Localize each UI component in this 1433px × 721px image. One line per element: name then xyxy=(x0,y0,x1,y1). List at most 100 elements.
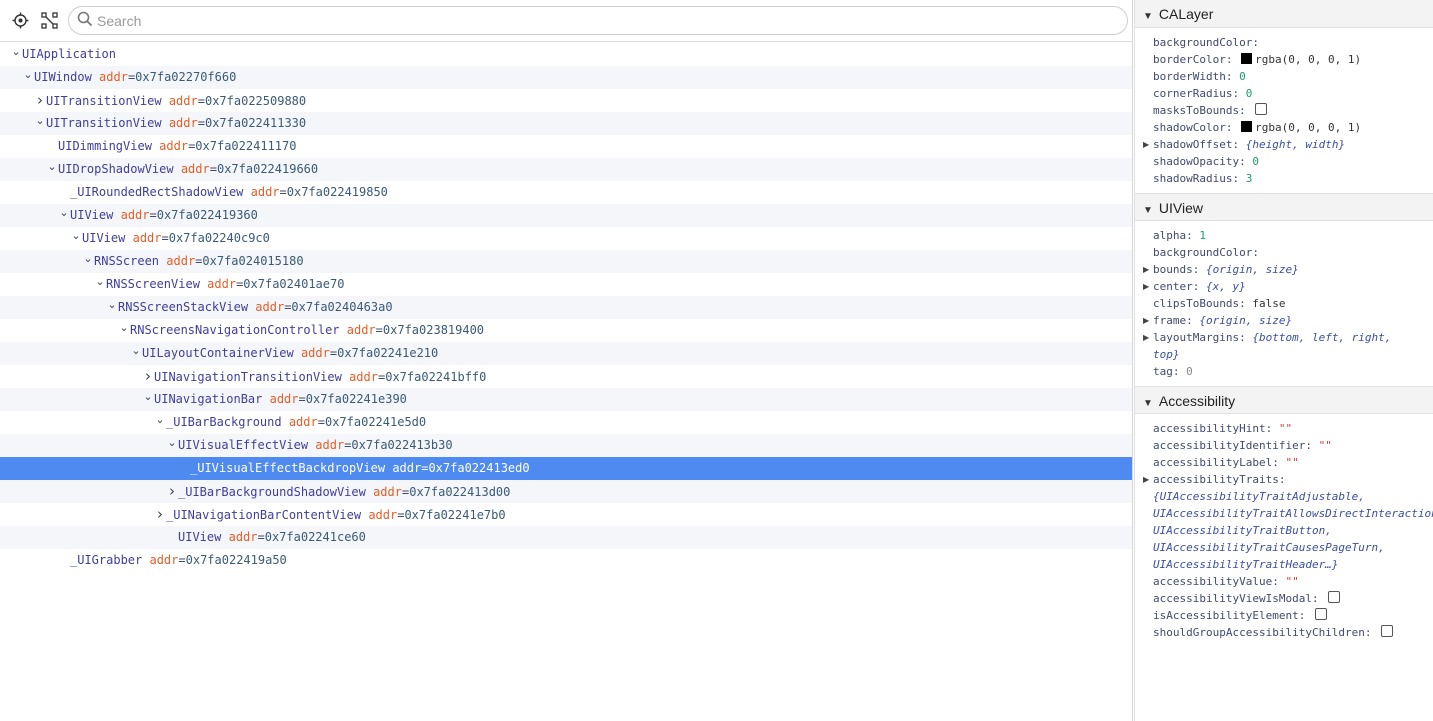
chevron-right-icon[interactable]: › xyxy=(166,480,178,503)
addr-value: 0x7fa023819400 xyxy=(382,323,485,337)
disclosure-triangle-icon[interactable]: ▼ xyxy=(1143,205,1153,216)
search-input[interactable] xyxy=(97,12,1077,29)
tree-row[interactable]: › UINavigationTransitionView addr=0x7fa02… xyxy=(0,365,1132,388)
chevron-down-icon[interactable]: ⌄ xyxy=(22,63,34,86)
tree-row[interactable]: ⌄RNSScreen addr=0x7fa024015180 xyxy=(0,250,1132,273)
addr-value: 0x7fa022419660 xyxy=(216,162,319,176)
property-row: cornerRadius: 0 xyxy=(1153,87,1253,100)
tree-row[interactable]: ⌄RNSScreenView addr=0x7fa02401ae70 xyxy=(0,273,1132,296)
view-tree: ⌄UIApplication ⌄UIWindow addr=0x7fa02270f… xyxy=(0,43,1132,572)
property-row: backgroundColor: xyxy=(1153,246,1259,259)
tree-row[interactable]: ⌄UILayoutContainerView addr=0x7fa02241e2… xyxy=(0,342,1132,365)
chevron-down-icon[interactable]: ⌄ xyxy=(46,155,58,178)
checkbox[interactable] xyxy=(1381,625,1394,637)
addr-value: 0x7fa0240463a0 xyxy=(291,300,393,314)
tree-row[interactable]: ⌄UIApplication xyxy=(0,43,1132,66)
chevron-down-icon[interactable]: ⌄ xyxy=(118,316,130,339)
addr-equals: = xyxy=(317,415,325,429)
addr-value: 0x7fa02241ce60 xyxy=(264,530,366,544)
search-box[interactable] xyxy=(68,6,1128,35)
property-value-continuation: top} xyxy=(1153,348,1180,361)
tree-row[interactable]: UIView addr=0x7fa02241ce60 xyxy=(0,526,1132,549)
expand-triangle-icon[interactable]: ▶ xyxy=(1143,312,1149,329)
chevron-down-icon[interactable]: ⌄ xyxy=(166,431,178,454)
target-icon[interactable] xyxy=(10,11,30,31)
tree-row[interactable]: ⌄UIView addr=0x7fa022419360 xyxy=(0,204,1132,227)
tree-node-name: UITransitionView xyxy=(46,116,162,130)
property-value-continuation: {UIAccessibilityTraitAdjustable, xyxy=(1153,490,1365,503)
tree-node-name: _UIBarBackgroundShadowView xyxy=(178,485,366,499)
addr-value: 0x7fa022419360 xyxy=(156,208,258,222)
color-swatch[interactable] xyxy=(1241,121,1253,132)
tree-row[interactable]: ⌄UINavigationBar addr=0x7fa02241e390 xyxy=(0,388,1132,411)
chevron-down-icon[interactable]: ⌄ xyxy=(106,293,118,316)
addr-key: addr xyxy=(250,185,280,199)
tree-node-name: UINavigationBar xyxy=(154,392,263,406)
hierarchy-icon[interactable] xyxy=(39,11,59,31)
section-header-accessibility[interactable]: ▼ Accessibility xyxy=(1135,386,1433,414)
property-value: 0 xyxy=(1245,87,1253,100)
tree-row[interactable]: › _UINavigationBarContentView addr=0x7fa0… xyxy=(0,503,1132,526)
tree-node-name: UIView xyxy=(178,530,222,544)
color-swatch[interactable] xyxy=(1241,53,1253,64)
property-key: borderColor xyxy=(1153,53,1226,66)
checkbox[interactable] xyxy=(1328,591,1341,603)
tree-row[interactable]: › UITransitionView addr=0x7fa022509880 xyxy=(0,89,1132,112)
property-value: {bottom, left, right, xyxy=(1252,331,1392,344)
disclosure-triangle-icon[interactable]: ▼ xyxy=(1143,398,1153,409)
section-header-calayer[interactable]: ▼ CALayer xyxy=(1135,0,1433,28)
disclosure-triangle-icon[interactable]: ▼ xyxy=(1143,11,1153,22)
chevron-down-icon[interactable]: ⌄ xyxy=(70,224,82,247)
tree-row[interactable]: ⌄RNSScreenStackView addr=0x7fa0240463a0 xyxy=(0,296,1132,319)
tree-row[interactable]: ⌄UIView addr=0x7fa02240c9c0 xyxy=(0,227,1132,250)
chevron-down-icon[interactable]: ⌄ xyxy=(94,270,106,293)
chevron-down-icon[interactable]: ⌄ xyxy=(10,40,22,63)
tree-row[interactable]: UIDimmingView addr=0x7fa022411170 xyxy=(0,135,1132,158)
tree-row[interactable]: ⌄UIVisualEffectView addr=0x7fa022413b30 xyxy=(0,434,1132,457)
addr-key: addr xyxy=(132,231,162,245)
expand-triangle-icon[interactable]: ▶ xyxy=(1143,329,1149,346)
tree-row[interactable]: › _UIBarBackgroundShadowView addr=0x7fa02… xyxy=(0,480,1132,503)
property-value: {origin, size} xyxy=(1199,314,1293,327)
addr-equals: = xyxy=(197,116,205,130)
expand-triangle-icon[interactable]: ▶ xyxy=(1143,136,1149,153)
chevron-down-icon[interactable]: ⌄ xyxy=(154,408,166,431)
property-row: ▶ bounds: {origin, size} xyxy=(1143,261,1299,278)
tree-row[interactable]: ⌄UITransitionView addr=0x7fa022411330 xyxy=(0,112,1132,135)
chevron-down-icon[interactable]: ⌄ xyxy=(34,109,46,132)
section-header-uiview[interactable]: ▼ UIView xyxy=(1135,193,1433,221)
property-value: 0 xyxy=(1239,70,1246,83)
chevron-down-icon[interactable]: ⌄ xyxy=(82,247,94,270)
tree-row[interactable]: ⌄RNScreensNavigationController addr=0x7f… xyxy=(0,319,1132,342)
expand-triangle-icon[interactable]: ▶ xyxy=(1143,278,1149,295)
expand-triangle-icon[interactable]: ▶ xyxy=(1143,471,1149,488)
tree-row[interactable]: ⌄UIDropShadowView addr=0x7fa022419660 xyxy=(0,158,1132,181)
tree-row[interactable]: _UIRoundedRectShadowView addr=0x7fa02241… xyxy=(0,181,1132,204)
addr-key: addr xyxy=(120,208,150,222)
property-key: shouldGroupAccessibilityChildren xyxy=(1153,626,1365,639)
chevron-down-icon[interactable]: ⌄ xyxy=(58,201,70,224)
search-icon xyxy=(77,11,93,30)
addr-key: addr xyxy=(168,116,198,130)
tree-row[interactable]: _UIVisualEffectBackdropView addr=0x7fa02… xyxy=(0,457,1132,480)
expand-triangle-icon[interactable]: ▶ xyxy=(1143,261,1149,278)
addr-key: addr xyxy=(346,323,376,337)
chevron-down-icon[interactable]: ⌄ xyxy=(130,339,142,362)
property-key: shadowColor xyxy=(1153,121,1226,134)
property-key: shadowRadius xyxy=(1153,172,1233,185)
addr-value: 0x7fa024015180 xyxy=(202,254,304,268)
property-row: alpha: 1 xyxy=(1153,229,1206,242)
property-row: accessibilityLabel: "" xyxy=(1153,456,1299,469)
property-row: isAccessibilityElement: xyxy=(1135,607,1433,624)
checkbox[interactable] xyxy=(1255,103,1268,115)
checkbox[interactable] xyxy=(1314,608,1327,620)
property-key: accessibilityLabel xyxy=(1153,456,1273,469)
property-row: shouldGroupAccessibilityChildren: xyxy=(1135,624,1433,641)
tree-row[interactable]: _UIGrabber addr=0x7fa022419a50 xyxy=(0,549,1132,572)
tree-node-name: UILayoutContainerView xyxy=(142,346,294,360)
addr-equals: = xyxy=(149,208,157,222)
chevron-down-icon[interactable]: ⌄ xyxy=(142,385,154,408)
tree-row[interactable]: ⌄UIWindow addr=0x7fa02270f660 xyxy=(0,66,1132,89)
chevron-right-icon[interactable]: › xyxy=(154,503,166,526)
tree-node-name: UIDropShadowView xyxy=(58,162,174,176)
